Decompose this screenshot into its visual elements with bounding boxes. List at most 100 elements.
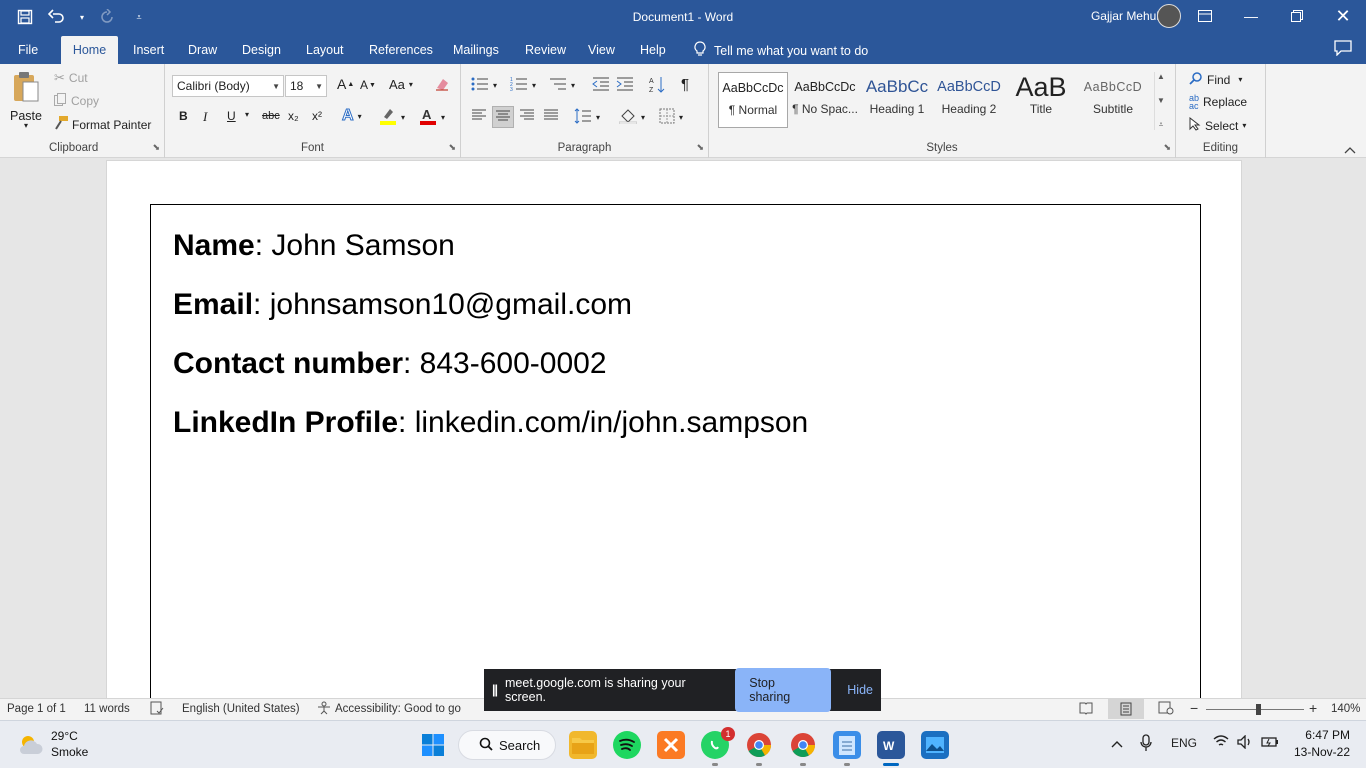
tab-insert[interactable]: Insert (123, 36, 174, 64)
weather-temperature[interactable]: 29°C (51, 729, 78, 743)
zoom-slider-thumb[interactable] (1256, 704, 1261, 715)
file-explorer-icon[interactable] (569, 731, 597, 759)
minimize-button[interactable]: — (1228, 0, 1274, 32)
style-subtitle[interactable]: AaBbCcD Subtitle (1078, 72, 1148, 128)
wifi-icon[interactable] (1213, 734, 1229, 751)
cut-button[interactable]: ✂ Cut (54, 70, 88, 86)
clock-date[interactable]: 13-Nov-22 (1294, 745, 1350, 759)
shrink-font-button[interactable]: A ▼ (360, 78, 376, 92)
style-heading-2[interactable]: AaBbCcD Heading 2 (934, 72, 1004, 128)
style-normal[interactable]: AaBbCcDc ¶ Normal (718, 72, 788, 128)
change-case-button[interactable]: Aa ▾ (389, 77, 413, 92)
ribbon-display-options-icon[interactable] (1182, 0, 1228, 32)
taskbar-search[interactable]: Search (458, 730, 556, 760)
format-painter-button[interactable]: Format Painter (54, 116, 151, 133)
spotify-icon[interactable] (613, 731, 641, 759)
select-button[interactable]: Select ▾ (1189, 116, 1246, 134)
scroll-down-icon[interactable]: ▼ (1157, 96, 1165, 105)
replace-button[interactable]: ab ac Replace (1189, 94, 1247, 111)
clock-time[interactable]: 6:47 PM (1305, 728, 1350, 742)
style-heading-1[interactable]: AaBbCc Heading 1 (862, 72, 932, 128)
battery-icon[interactable] (1261, 736, 1279, 751)
document-line-email[interactable]: Email: johnsamson10@gmail.com (173, 288, 632, 322)
document-page[interactable]: Name: John Samson Email: johnsamson10@gm… (106, 160, 1242, 698)
font-launcher-icon[interactable]: ⬊ (448, 142, 456, 153)
weather-cloud-icon[interactable] (18, 734, 43, 756)
clear-formatting-button[interactable] (434, 76, 450, 95)
line-spacing-button[interactable]: ▾ (574, 108, 600, 127)
find-button[interactable]: Find ▾ (1189, 71, 1242, 88)
font-size-box[interactable]: 18 ▼ (285, 75, 327, 97)
font-name-box[interactable]: Calibri (Body) ▼ (172, 75, 284, 97)
document-line-contact[interactable]: Contact number: 843-600-0002 (173, 347, 607, 381)
tab-draw[interactable]: Draw (178, 36, 227, 64)
bordered-text-box[interactable]: Name: John Samson Email: johnsamson10@gm… (150, 204, 1201, 698)
xampp-icon[interactable] (657, 731, 685, 759)
tab-file[interactable]: File (8, 36, 48, 64)
justify-button[interactable] (543, 108, 559, 125)
windows-start-icon[interactable] (419, 731, 447, 759)
word-count[interactable]: 11 words (84, 703, 130, 715)
decrease-indent-button[interactable] (592, 76, 610, 95)
chevron-up-icon[interactable] (1111, 736, 1123, 751)
styles-launcher-icon[interactable]: ⬊ (1163, 142, 1171, 153)
tab-references[interactable]: References (359, 36, 443, 64)
highlight-color-button[interactable]: ▾ (379, 107, 405, 128)
grow-font-button[interactable]: A ▲ (337, 76, 354, 92)
whatsapp-icon[interactable]: 1 (701, 727, 735, 766)
close-button[interactable]: ✕ (1320, 0, 1366, 32)
tab-home[interactable]: Home (61, 36, 118, 64)
accessibility-status[interactable]: Accessibility: Good to go (335, 703, 461, 715)
paste-button[interactable]: Paste ▾ (10, 70, 42, 130)
bullets-button[interactable]: ▾ (471, 76, 497, 95)
zoom-slider[interactable] (1206, 709, 1304, 710)
proofing-icon[interactable] (150, 701, 164, 718)
comments-icon[interactable] (1334, 40, 1352, 61)
chrome-profile-icon[interactable] (789, 731, 817, 766)
more-styles-icon[interactable]: ⩡ (1159, 120, 1164, 130)
chrome-icon[interactable] (745, 731, 773, 766)
tab-view[interactable]: View (578, 36, 625, 64)
photos-icon[interactable] (921, 731, 949, 759)
paragraph-launcher-icon[interactable]: ⬊ (696, 142, 704, 153)
hide-button[interactable]: Hide (847, 683, 873, 697)
copy-button[interactable]: Copy (54, 93, 99, 109)
superscript-button[interactable]: x² (312, 109, 322, 123)
align-center-button[interactable] (492, 106, 514, 128)
microphone-icon[interactable] (1140, 734, 1152, 755)
sort-button[interactable]: AZ (649, 76, 665, 97)
shading-button[interactable]: ▾ (618, 108, 645, 127)
text-effects-button[interactable]: A ▾ (342, 107, 362, 125)
increase-indent-button[interactable] (616, 76, 634, 95)
document-line-linkedin[interactable]: LinkedIn Profile: linkedin.com/in/john.s… (173, 406, 808, 440)
zoom-out-button[interactable]: − (1190, 700, 1198, 716)
collapse-ribbon-icon[interactable] (1344, 146, 1356, 154)
zoom-level[interactable]: 140% (1331, 703, 1360, 715)
underline-button[interactable]: U (227, 109, 236, 123)
borders-button[interactable]: ▾ (659, 108, 683, 127)
notepad-icon[interactable] (833, 731, 861, 766)
tab-help[interactable]: Help (630, 36, 676, 64)
volume-icon[interactable] (1237, 734, 1253, 752)
align-left-button[interactable] (471, 108, 487, 125)
multilevel-list-button[interactable]: ▾ (549, 76, 575, 95)
weather-condition[interactable]: Smoke (51, 745, 88, 759)
avatar[interactable] (1157, 4, 1181, 28)
tab-design[interactable]: Design (232, 36, 291, 64)
clipboard-launcher-icon[interactable]: ⬊ (152, 142, 160, 153)
tab-layout[interactable]: Layout (296, 36, 354, 64)
language-indicator[interactable]: English (United States) (182, 703, 300, 715)
bold-button[interactable]: B (179, 109, 188, 123)
style-no-spacing[interactable]: AaBbCcDc ¶ No Spac... (790, 72, 860, 128)
strikethrough-button[interactable]: abc (262, 110, 280, 122)
user-name[interactable]: Gajjar Mehul (1091, 9, 1159, 23)
tab-review[interactable]: Review (515, 36, 576, 64)
zoom-in-button[interactable]: + (1309, 700, 1317, 716)
show-formatting-marks-icon[interactable]: ¶ (681, 76, 689, 93)
read-mode-icon[interactable] (1079, 701, 1093, 718)
underline-dropdown-icon[interactable]: ▾ (245, 110, 249, 119)
print-layout-icon[interactable] (1108, 699, 1144, 719)
italic-button[interactable]: I (203, 109, 207, 125)
numbering-button[interactable]: 123 ▾ (510, 76, 536, 95)
scroll-up-icon[interactable]: ▲ (1157, 72, 1165, 81)
